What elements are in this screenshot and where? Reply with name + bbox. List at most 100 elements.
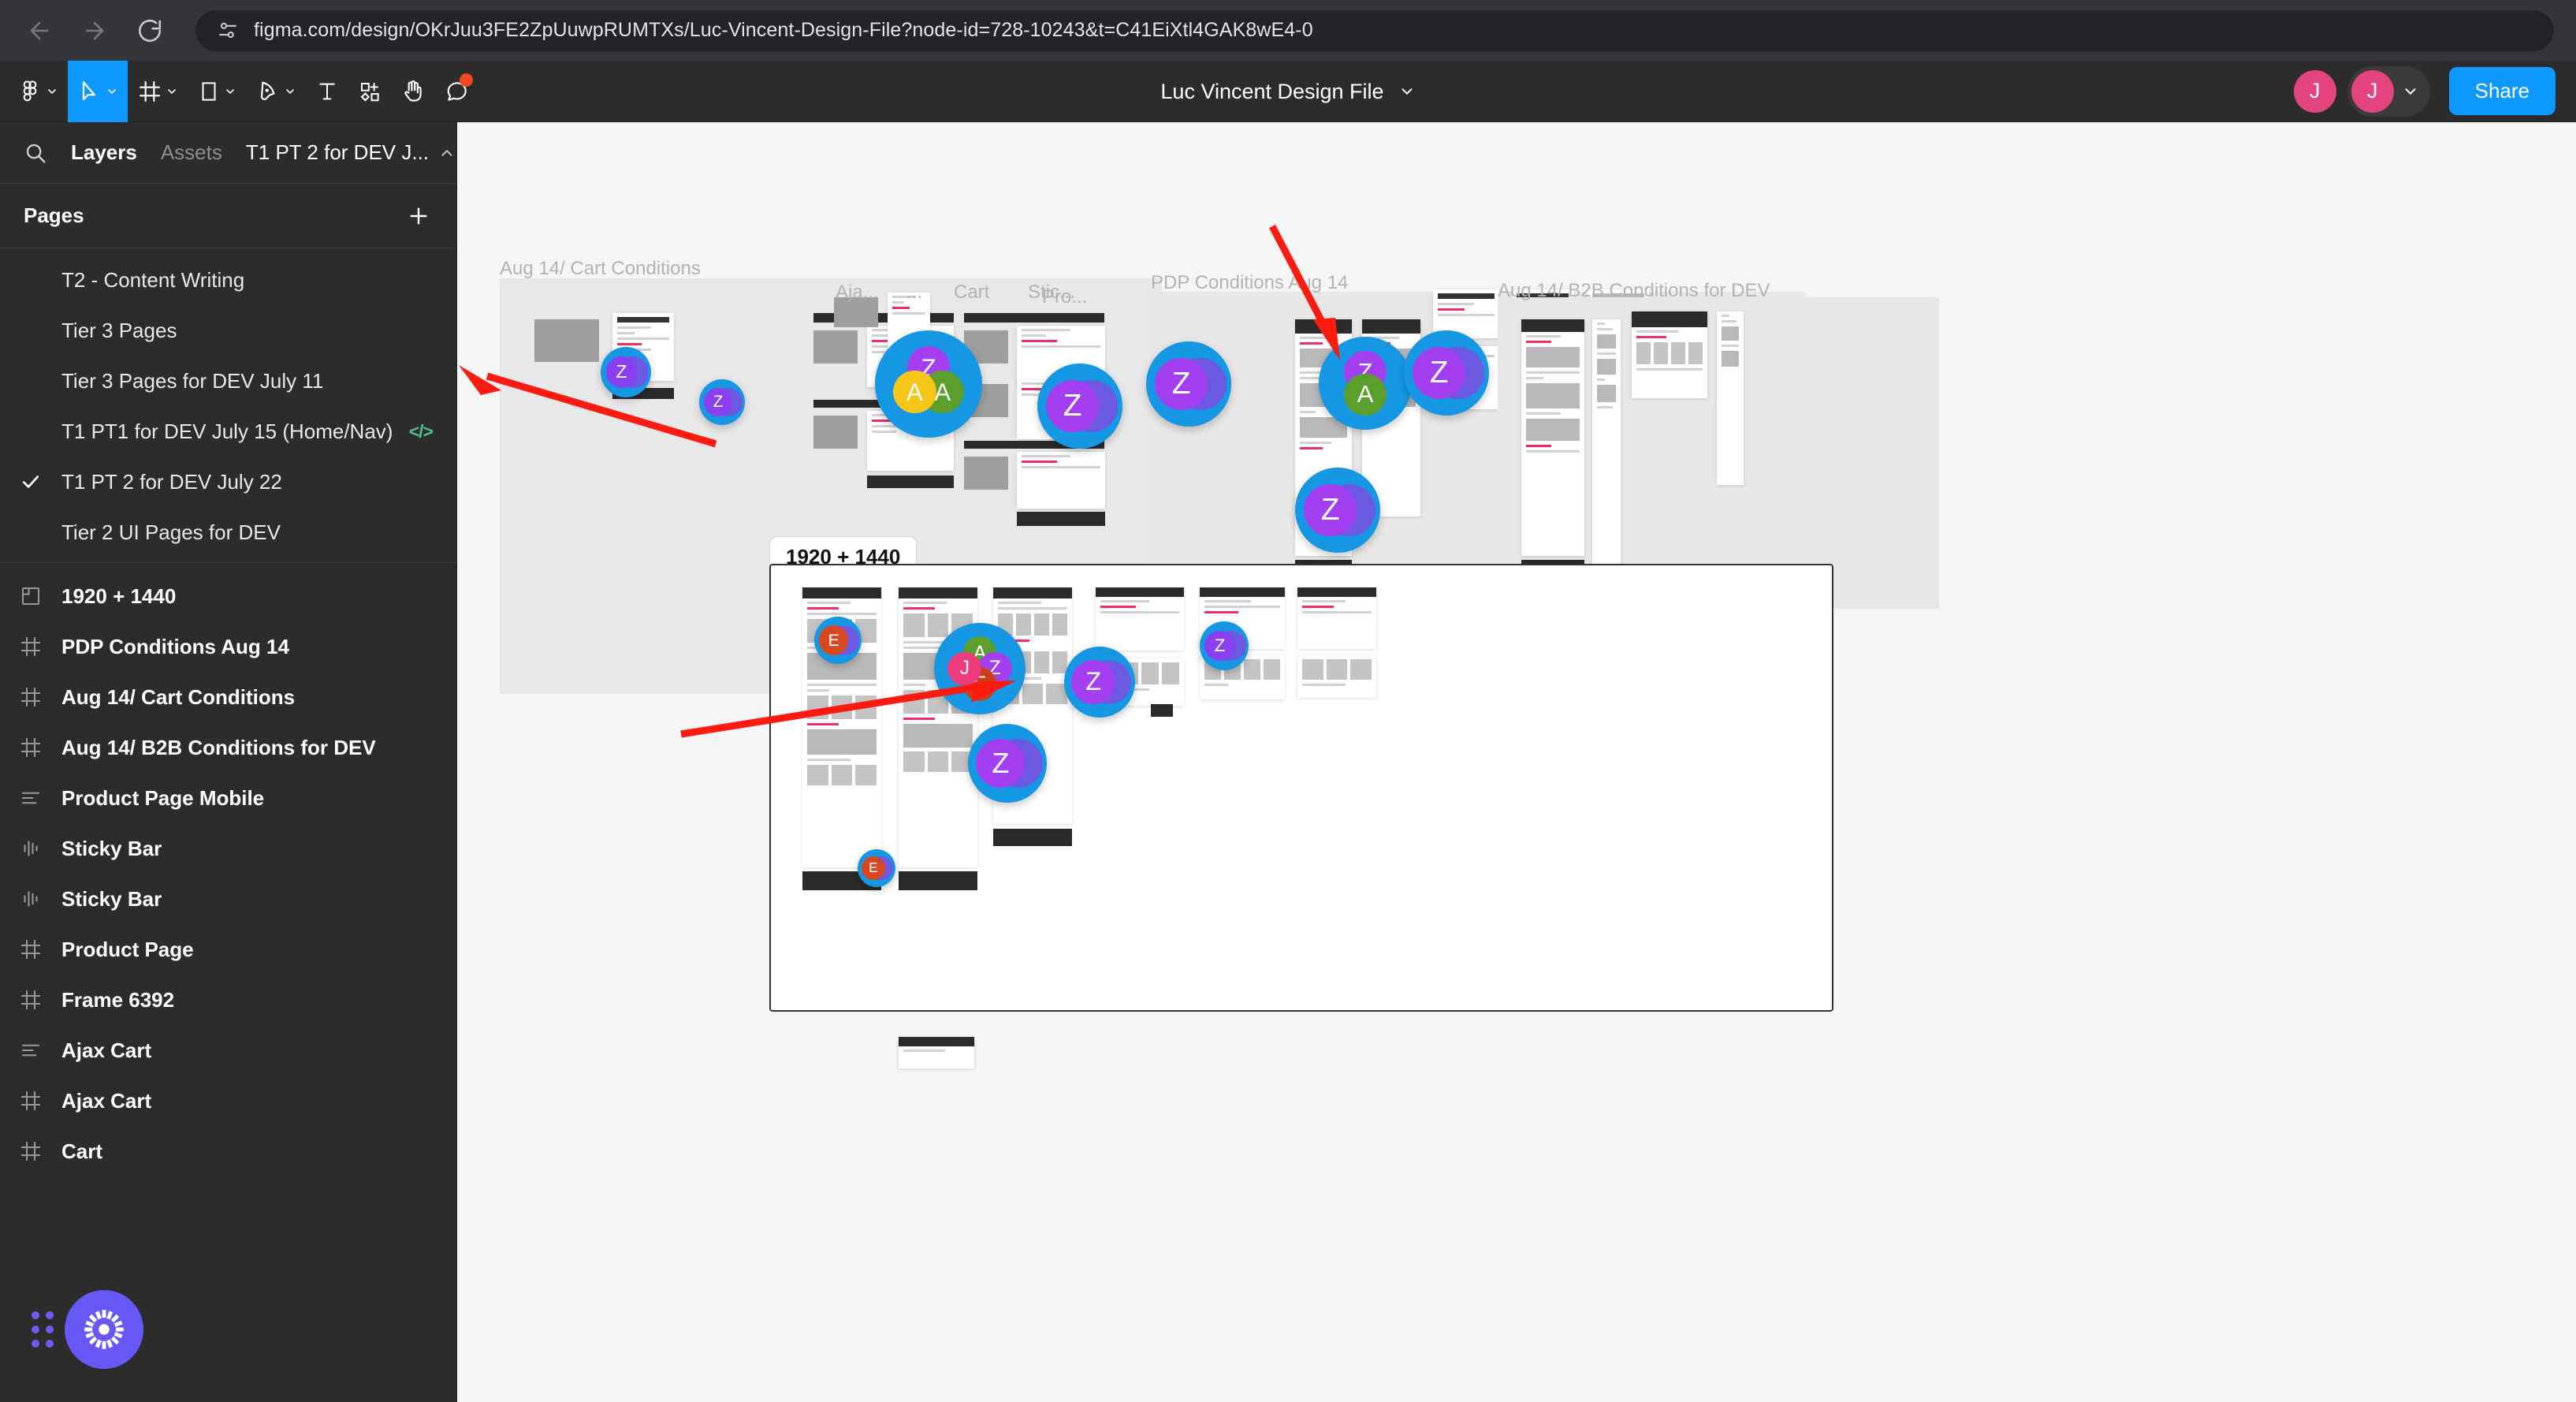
wireframe-thumb[interactable] bbox=[534, 319, 599, 362]
comment-avatar[interactable]: Z bbox=[976, 739, 1026, 788]
comment-cluster[interactable]: ZA bbox=[1319, 337, 1412, 430]
frame-label[interactable]: ... bbox=[906, 282, 922, 304]
page-selector-dropdown[interactable]: T1 PT 2 for DEV J... bbox=[246, 140, 456, 165]
document-title[interactable]: Luc Vincent Design File bbox=[1160, 80, 1383, 104]
wireframe-page[interactable] bbox=[1297, 587, 1376, 649]
frame-label[interactable]: PDP Conditions Aug 14 bbox=[1151, 272, 1348, 294]
wireframe-page[interactable] bbox=[1017, 452, 1105, 509]
frame-tool-button[interactable] bbox=[128, 61, 188, 122]
comment-cluster[interactable]: AZEJ bbox=[934, 623, 1026, 714]
layer-row[interactable]: Ajax Cart bbox=[0, 1025, 456, 1076]
tab-layers[interactable]: Layers bbox=[71, 140, 137, 165]
wireframe-page-tall[interactable] bbox=[1592, 319, 1621, 580]
design-canvas[interactable]: 1920 + 1440 Aug 14/ Cart Conditions Aja.… bbox=[457, 122, 2576, 1402]
move-tool-button[interactable] bbox=[68, 60, 128, 122]
comment-cluster[interactable]: Z bbox=[601, 347, 651, 397]
comment-cluster[interactable]: Z bbox=[1200, 621, 1249, 670]
page-row[interactable]: T2 - Content Writing bbox=[0, 255, 456, 305]
layer-row[interactable]: Aug 14/ B2B Conditions for DEV bbox=[0, 722, 456, 773]
wireframe-page-tall[interactable] bbox=[1521, 319, 1584, 556]
plugin-widget[interactable] bbox=[32, 1290, 143, 1369]
layer-row[interactable]: 1920 + 1440 bbox=[0, 571, 456, 621]
dev-mode-icon[interactable]: </> bbox=[409, 421, 434, 442]
layer-row[interactable]: Product Page bbox=[0, 924, 456, 975]
comment-cluster[interactable]: E bbox=[858, 849, 895, 887]
text-tool-button[interactable] bbox=[306, 61, 348, 122]
wireframe-thumb[interactable] bbox=[964, 457, 1008, 490]
actions-tool-button[interactable] bbox=[348, 61, 391, 122]
browser-back-button[interactable] bbox=[22, 13, 57, 48]
pen-tool-button[interactable] bbox=[246, 61, 306, 122]
frame-label[interactable]: Aja... bbox=[836, 282, 879, 304]
plugin-launch-button[interactable] bbox=[65, 1290, 143, 1369]
wireframe-footer[interactable] bbox=[899, 871, 977, 890]
comment-avatar[interactable]: A bbox=[893, 371, 936, 414]
layer-row[interactable]: Ajax Cart bbox=[0, 1076, 456, 1126]
frame-label[interactable]: Aug 14/ B2B Conditions for DEV bbox=[1498, 280, 1770, 302]
layer-row[interactable]: Product Page Mobile bbox=[0, 773, 456, 823]
comment-avatar[interactable]: Z bbox=[1204, 630, 1235, 662]
browser-forward-button[interactable] bbox=[77, 13, 112, 48]
shape-tool-button[interactable] bbox=[188, 61, 246, 122]
comment-avatar[interactable]: Z bbox=[1046, 379, 1100, 433]
drag-handle-icon[interactable] bbox=[32, 1311, 54, 1348]
comment-cluster[interactable]: Z bbox=[699, 379, 745, 425]
page-row[interactable]: Tier 2 UI Pages for DEV bbox=[0, 507, 456, 557]
wireframe-footer[interactable] bbox=[867, 475, 954, 488]
page-row[interactable]: T1 PT 2 for DEV July 22 bbox=[0, 457, 456, 507]
share-button[interactable]: Share bbox=[2448, 67, 2556, 115]
comment-avatar[interactable]: A bbox=[1344, 373, 1387, 416]
layer-row[interactable]: Cart bbox=[0, 1126, 456, 1176]
wireframe-page[interactable] bbox=[1632, 311, 1707, 398]
comment-cluster[interactable]: Z bbox=[1295, 468, 1380, 553]
comment-cluster[interactable]: Z bbox=[1037, 364, 1122, 449]
comment-avatar[interactable]: Z bbox=[1413, 346, 1466, 400]
comment-avatar[interactable]: Z bbox=[1304, 483, 1357, 537]
wireframe-footer[interactable] bbox=[1151, 704, 1173, 717]
wireframe-footer[interactable] bbox=[1017, 512, 1105, 526]
layer-row[interactable]: Sticky Bar bbox=[0, 823, 456, 874]
avatar-group-dropdown[interactable]: J bbox=[2347, 65, 2430, 117]
frame-label[interactable]: Pro... bbox=[1042, 286, 1087, 308]
comment-avatar[interactable]: E bbox=[819, 625, 849, 655]
wireframe-footer[interactable] bbox=[993, 829, 1072, 846]
comment-avatar[interactable]: Z bbox=[703, 388, 732, 416]
layer-row[interactable]: PDP Conditions Aug 14 bbox=[0, 621, 456, 672]
comment-cluster[interactable]: Z bbox=[1404, 330, 1489, 416]
comment-avatar[interactable]: Z bbox=[1155, 357, 1208, 411]
layer-row[interactable]: Sticky Bar bbox=[0, 874, 456, 924]
wireframe-thumb[interactable] bbox=[813, 330, 858, 364]
comment-cluster[interactable]: ZAA bbox=[875, 330, 982, 438]
figma-menu-button[interactable] bbox=[0, 61, 68, 122]
page-row[interactable]: Tier 3 Pages for DEV July 11 bbox=[0, 356, 456, 406]
frame-label[interactable]: Cart bbox=[954, 282, 989, 304]
comment-avatar[interactable]: Z bbox=[605, 356, 638, 388]
page-row[interactable]: T1 PT1 for DEV July 15 (Home/Nav) </> bbox=[0, 406, 456, 457]
wireframe-thumb[interactable] bbox=[813, 416, 858, 449]
browser-reload-button[interactable] bbox=[132, 13, 167, 48]
comment-cluster[interactable]: Z bbox=[1146, 341, 1231, 427]
wireframe-page[interactable] bbox=[1297, 655, 1376, 698]
search-icon[interactable] bbox=[24, 141, 47, 165]
hand-tool-button[interactable] bbox=[391, 61, 435, 122]
comment-tool-button[interactable] bbox=[435, 61, 479, 122]
browser-address-bar[interactable]: figma.com/design/OKrJuu3FE2ZpUuwpRUMTXs/… bbox=[195, 9, 2554, 51]
wireframe-page-tall[interactable] bbox=[1717, 311, 1744, 485]
collaborator-avatar-2[interactable]: J bbox=[2351, 69, 2394, 113]
wireframe-bar[interactable] bbox=[964, 313, 1104, 323]
wireframe-page[interactable] bbox=[899, 1037, 974, 1068]
comment-avatar[interactable]: Z bbox=[1071, 660, 1116, 704]
comment-cluster[interactable]: Z bbox=[1064, 647, 1135, 718]
comment-cluster[interactable]: E bbox=[814, 617, 862, 664]
comment-avatar[interactable]: E bbox=[861, 856, 885, 880]
page-row[interactable]: Tier 3 Pages bbox=[0, 305, 456, 356]
tab-assets[interactable]: Assets bbox=[161, 140, 222, 165]
layer-row[interactable]: Aug 14/ Cart Conditions bbox=[0, 672, 456, 722]
add-page-button[interactable] bbox=[404, 202, 433, 230]
collaborator-avatar-1[interactable]: J bbox=[2293, 69, 2336, 113]
frame-label[interactable]: Aug 14/ Cart Conditions bbox=[500, 258, 701, 280]
layer-row[interactable]: Frame 6392 bbox=[0, 975, 456, 1025]
site-settings-icon[interactable] bbox=[216, 19, 240, 43]
comment-cluster[interactable]: Z bbox=[968, 724, 1047, 803]
wireframe-page[interactable] bbox=[1096, 587, 1184, 651]
